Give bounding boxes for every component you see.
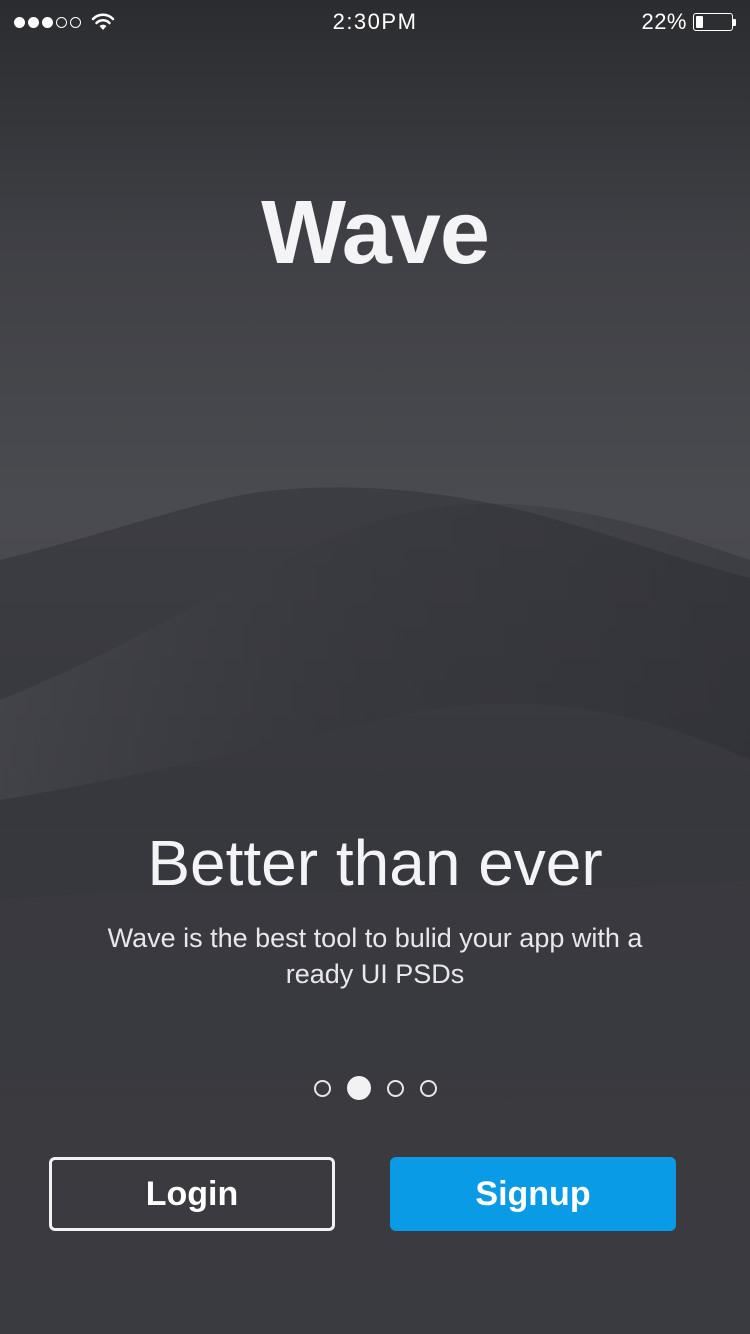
battery-icon bbox=[693, 13, 736, 31]
page-dot[interactable] bbox=[386, 1079, 404, 1097]
login-button[interactable]: Login bbox=[49, 1157, 335, 1231]
status-time: 2:30PM bbox=[332, 9, 418, 34]
signup-button[interactable]: Signup bbox=[390, 1157, 676, 1231]
onboarding-screen: 2:30PM 22% Wave Better than ever Wave is… bbox=[0, 0, 750, 1334]
battery-body bbox=[693, 13, 733, 31]
page-dot-active[interactable] bbox=[346, 1076, 371, 1100]
onboarding-subtitle: Wave is the best tool to bulid your app … bbox=[107, 923, 643, 989]
status-bar: 2:30PM 22% bbox=[0, 0, 750, 44]
battery-fill bbox=[696, 16, 703, 28]
page-dot[interactable] bbox=[419, 1079, 437, 1097]
onboarding-headline: Better than ever bbox=[147, 827, 603, 899]
page-indicator[interactable] bbox=[0, 1076, 750, 1100]
app-title: Wave bbox=[261, 183, 490, 283]
page-dot[interactable] bbox=[313, 1079, 331, 1097]
